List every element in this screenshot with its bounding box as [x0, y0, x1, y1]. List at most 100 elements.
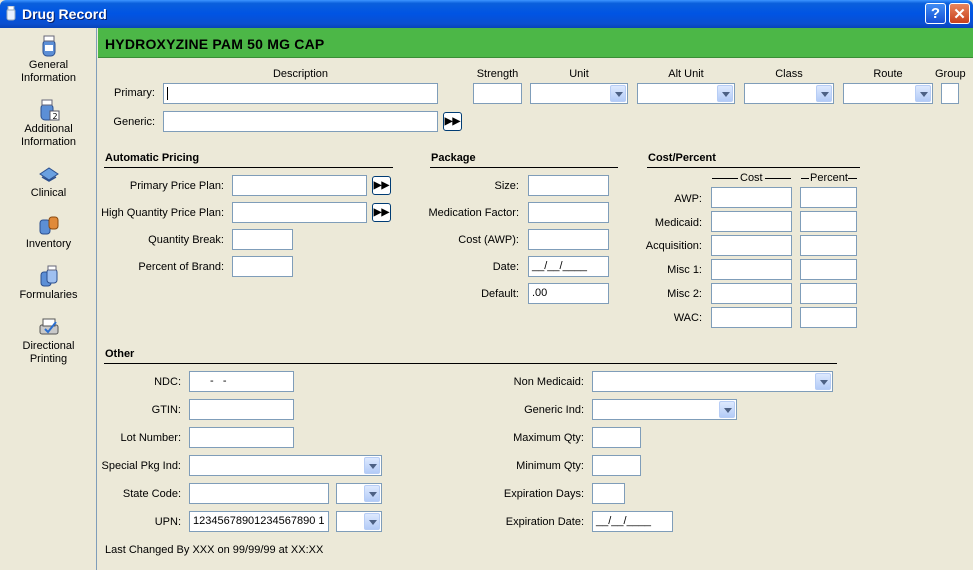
maximum-qty-input[interactable] — [592, 427, 641, 448]
sidebar-label: Clinical — [30, 187, 67, 199]
chevron-down-icon[interactable] — [815, 373, 831, 390]
group-input[interactable] — [941, 83, 959, 104]
minimum-qty-input[interactable] — [592, 455, 641, 476]
quantity-break-input[interactable] — [232, 229, 293, 250]
primary-price-plan-input[interactable] — [232, 175, 367, 196]
sidebar-item-general-information[interactable]: General Information — [0, 34, 97, 85]
state-code-input[interactable] — [189, 483, 329, 504]
percent-column-label: Percent — [810, 172, 848, 184]
special-pkg-ind-select[interactable] — [189, 455, 382, 476]
misc-2-cost-input[interactable] — [711, 283, 792, 304]
expiration-date-label: Expiration Date: — [505, 516, 584, 528]
non-medicaid-select[interactable] — [592, 371, 833, 392]
medicaid-percent-input[interactable] — [800, 211, 857, 232]
divider — [647, 167, 860, 168]
class-select[interactable] — [744, 83, 834, 104]
percent-of-brand-label: Percent of Brand: — [138, 261, 224, 273]
wac-label: WAC: — [673, 312, 702, 324]
chevron-down-icon[interactable] — [816, 85, 832, 102]
expiration-date-input[interactable]: __/__/____ — [592, 511, 673, 532]
strength-input[interactable] — [473, 83, 522, 104]
gtin-input[interactable] — [189, 399, 294, 420]
misc-2-label: Misc 2: — [667, 288, 702, 300]
generic-ind-select[interactable] — [592, 399, 737, 420]
strength-column-label: Strength — [476, 68, 519, 80]
date-input[interactable]: __/__/____ — [528, 256, 609, 277]
size-input[interactable] — [528, 175, 609, 196]
cost-awp-input[interactable] — [528, 229, 609, 250]
special-pkg-ind-label: Special Pkg Ind: — [101, 460, 182, 472]
route-select[interactable] — [843, 83, 933, 104]
high-quantity-price-plan-input[interactable] — [232, 202, 367, 223]
close-button[interactable]: ✕ — [949, 3, 970, 24]
awp-percent-input[interactable] — [800, 187, 857, 208]
acquisition-label: Acquisition: — [645, 240, 702, 252]
lot-number-label: Lot Number: — [120, 432, 181, 444]
acquisition-percent-input[interactable] — [800, 235, 857, 256]
sidebar-label: Information — [20, 136, 77, 148]
sidebar-label: Directional — [22, 340, 75, 352]
expiration-days-input[interactable] — [592, 483, 625, 504]
misc-1-cost-input[interactable] — [711, 259, 792, 280]
wac-percent-input[interactable] — [800, 307, 857, 328]
general-information-icon — [42, 35, 55, 57]
generic-description-input[interactable] — [163, 111, 438, 132]
sidebar-item-clinical[interactable]: Clinical — [0, 162, 97, 200]
sidebar-label: Additional — [24, 123, 73, 135]
formularies-icon — [40, 265, 57, 287]
ndc-label: NDC: — [154, 376, 181, 388]
help-button[interactable]: ? — [925, 3, 946, 24]
primary-price-plan-lookup-button[interactable]: ▶▶ — [372, 176, 391, 195]
minimum-qty-label: Minimum Qty: — [516, 460, 584, 472]
upn-input[interactable]: 12345678901234567890 1 — [189, 511, 329, 532]
medication-factor-input[interactable] — [528, 202, 609, 223]
sidebar-item-formularies[interactable]: Formularies — [0, 264, 97, 302]
divider — [801, 178, 809, 179]
drug-header: HYDROXYZINE PAM 50 MG CAP — [98, 28, 973, 58]
misc-1-percent-input[interactable] — [800, 259, 857, 280]
medicaid-label: Medicaid: — [654, 217, 702, 229]
unit-select[interactable] — [530, 83, 628, 104]
gtin-label: GTIN: — [151, 404, 181, 416]
wac-cost-input[interactable] — [711, 307, 792, 328]
lot-number-input[interactable] — [189, 427, 294, 448]
chevron-down-icon[interactable] — [915, 85, 931, 102]
chevron-down-icon[interactable] — [610, 85, 626, 102]
divider — [104, 167, 393, 168]
chevron-down-icon[interactable] — [364, 513, 380, 530]
primary-label: Primary: — [114, 87, 155, 99]
chevron-down-icon[interactable] — [364, 457, 380, 474]
window-title: Drug Record — [22, 6, 107, 22]
awp-label: AWP: — [674, 193, 702, 205]
automatic-pricing-title: Automatic Pricing — [105, 152, 200, 164]
additional-information-icon: 2 — [40, 99, 59, 121]
medicaid-cost-input[interactable] — [711, 211, 792, 232]
high-quantity-price-plan-label: High Quantity Price Plan: — [101, 207, 224, 219]
default-input[interactable]: .00 — [528, 283, 609, 304]
divider — [765, 178, 791, 179]
sidebar-label: Inventory — [25, 238, 72, 250]
acquisition-cost-input[interactable] — [711, 235, 792, 256]
medication-factor-label: Medication Factor: — [428, 207, 519, 219]
primary-price-plan-label: Primary Price Plan: — [129, 180, 224, 192]
sidebar-item-inventory[interactable]: Inventory — [0, 213, 97, 251]
divider — [430, 167, 618, 168]
chevron-down-icon[interactable] — [364, 485, 380, 502]
awp-cost-input[interactable] — [711, 187, 792, 208]
upn-select[interactable] — [336, 511, 382, 532]
route-column-label: Route — [873, 68, 903, 80]
expiration-days-label: Expiration Days: — [503, 488, 584, 500]
class-column-label: Class — [775, 68, 803, 80]
sidebar-item-directional-printing[interactable]: Directional Printing — [0, 315, 97, 366]
alt-unit-select[interactable] — [637, 83, 735, 104]
chevron-down-icon[interactable] — [719, 401, 735, 418]
state-code-select[interactable] — [336, 483, 382, 504]
primary-description-input[interactable] — [163, 83, 438, 104]
chevron-down-icon[interactable] — [717, 85, 733, 102]
misc-2-percent-input[interactable] — [800, 283, 857, 304]
percent-of-brand-input[interactable] — [232, 256, 293, 277]
high-quantity-price-plan-lookup-button[interactable]: ▶▶ — [372, 203, 391, 222]
sidebar-item-additional-information[interactable]: 2 Additional Information — [0, 98, 97, 149]
ndc-input[interactable]: - - — [189, 371, 294, 392]
generic-lookup-button[interactable]: ▶▶ — [443, 112, 462, 131]
